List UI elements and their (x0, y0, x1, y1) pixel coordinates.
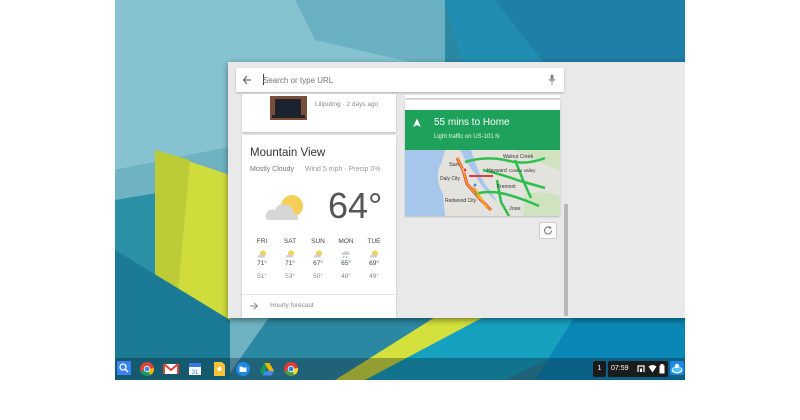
keep-icon[interactable] (211, 361, 227, 377)
forecast-high: 67° (313, 260, 323, 267)
weather-city: Mountain View (250, 147, 326, 159)
traffic-subtitle: Light traffic on US-101 N (434, 134, 500, 140)
traffic-map[interactable]: San Daly City Redwood City Hayward Fremo… (405, 150, 560, 216)
chrome-icon[interactable] (139, 361, 155, 377)
shelf: 31 1 07:59 (115, 358, 685, 380)
forecast-day: TUE 69° 49° (360, 238, 388, 280)
microphone-icon[interactable] (548, 74, 556, 86)
partly-sunny-icon (313, 250, 322, 258)
forecast-low: 48° (341, 273, 351, 280)
desktop: Liliputing · 2 days ago Mountain View Mo… (115, 0, 685, 380)
forecast-low: 51° (257, 273, 267, 280)
forecast-low: 53° (285, 273, 295, 280)
weather-card[interactable]: Mountain View Mostly Cloudy Wind 5 mph ·… (242, 135, 396, 318)
status-area[interactable]: 07:59 (608, 361, 668, 377)
news-card[interactable]: Liliputing · 2 days ago (242, 94, 396, 132)
gmail-icon[interactable] (163, 361, 179, 377)
hourly-forecast-label: Hourly forecast (270, 302, 314, 309)
map-label: Redwood City (445, 198, 477, 204)
forecast-day-name: TUE (367, 238, 381, 245)
card-edge (405, 95, 560, 98)
traffic-card[interactable]: 55 mins to Home Light traffic on US-101 … (405, 100, 560, 216)
forecast-high: 71° (285, 260, 295, 267)
wifi-icon (648, 365, 657, 373)
map-label: Hayward (487, 168, 507, 174)
notification-count[interactable]: 1 (593, 361, 606, 377)
forecast-day: SUN 67° 50° (304, 238, 332, 280)
app-launcher-window: Liliputing · 2 days ago Mountain View Mo… (228, 62, 685, 318)
map-label: Jose (509, 206, 521, 212)
user-avatar[interactable] (670, 361, 684, 375)
news-source-time: Liliputing · 2 days ago (315, 101, 379, 108)
battery-icon (659, 364, 665, 374)
forecast-high: 65° (341, 260, 351, 267)
search-input[interactable] (263, 72, 533, 88)
map-label: Walnut Creek (503, 154, 534, 160)
navigation-arrow-icon (413, 118, 421, 127)
partly-sunny-icon (369, 250, 378, 258)
svg-text:31: 31 (192, 370, 199, 376)
clock: 07:59 (611, 365, 629, 372)
laptop-base (272, 115, 305, 118)
weather-condition: Mostly Cloudy (250, 166, 294, 173)
partly-sunny-icon (285, 250, 294, 258)
forecast-low: 49° (369, 273, 379, 280)
scrollbar[interactable] (564, 204, 568, 316)
forecast-day-name: SAT (283, 238, 297, 245)
forecast-day: MON 65° 48° (332, 238, 360, 280)
showers-icon (341, 250, 350, 258)
forecast-high: 71° (257, 260, 267, 267)
partly-sunny-icon (257, 250, 266, 258)
search-app-icon[interactable] (117, 361, 131, 375)
forecast-day-name: MON (338, 238, 354, 245)
forecast-day: SAT 71° 53° (276, 238, 304, 280)
arrow-right-icon (250, 302, 259, 310)
laptop-image (275, 99, 301, 115)
files-icon[interactable] (235, 361, 251, 377)
forecast-low: 50° (313, 273, 323, 280)
forecast-day-name: FRI (256, 238, 268, 245)
forecast: FRI 71° 51° SAT 71° 53° SUN 67° 50° MON … (248, 238, 388, 288)
refresh-button[interactable] (539, 222, 557, 239)
divider (242, 294, 396, 295)
map-label: Castro Valley (509, 168, 536, 173)
weather-temperature: 64° (328, 185, 383, 226)
network-icon (637, 365, 645, 372)
refresh-icon (543, 226, 553, 235)
partly-cloudy-icon (265, 195, 303, 220)
avatar-icon (671, 363, 683, 374)
news-thumbnail (270, 96, 307, 120)
forecast-day-name: SUN (311, 238, 325, 245)
forecast-day: FRI 71° 51° (248, 238, 276, 280)
search-bar[interactable] (236, 68, 564, 92)
chrome-canary-icon[interactable] (283, 361, 299, 377)
magnifier-icon (119, 363, 129, 373)
forecast-high: 69° (369, 260, 379, 267)
map-label: San (449, 162, 459, 168)
map-label: Daly City (440, 176, 461, 182)
back-arrow-icon[interactable] (242, 73, 252, 87)
traffic-title: 55 mins to Home (434, 117, 510, 128)
drive-icon[interactable] (259, 361, 275, 377)
map-label: Fremont (497, 184, 516, 190)
calendar-icon[interactable]: 31 (187, 361, 203, 377)
traffic-header: 55 mins to Home Light traffic on US-101 … (405, 110, 560, 150)
weather-details: Wind 5 mph · Precip 0% (305, 166, 381, 173)
hourly-forecast-link[interactable]: Hourly forecast (242, 297, 396, 315)
